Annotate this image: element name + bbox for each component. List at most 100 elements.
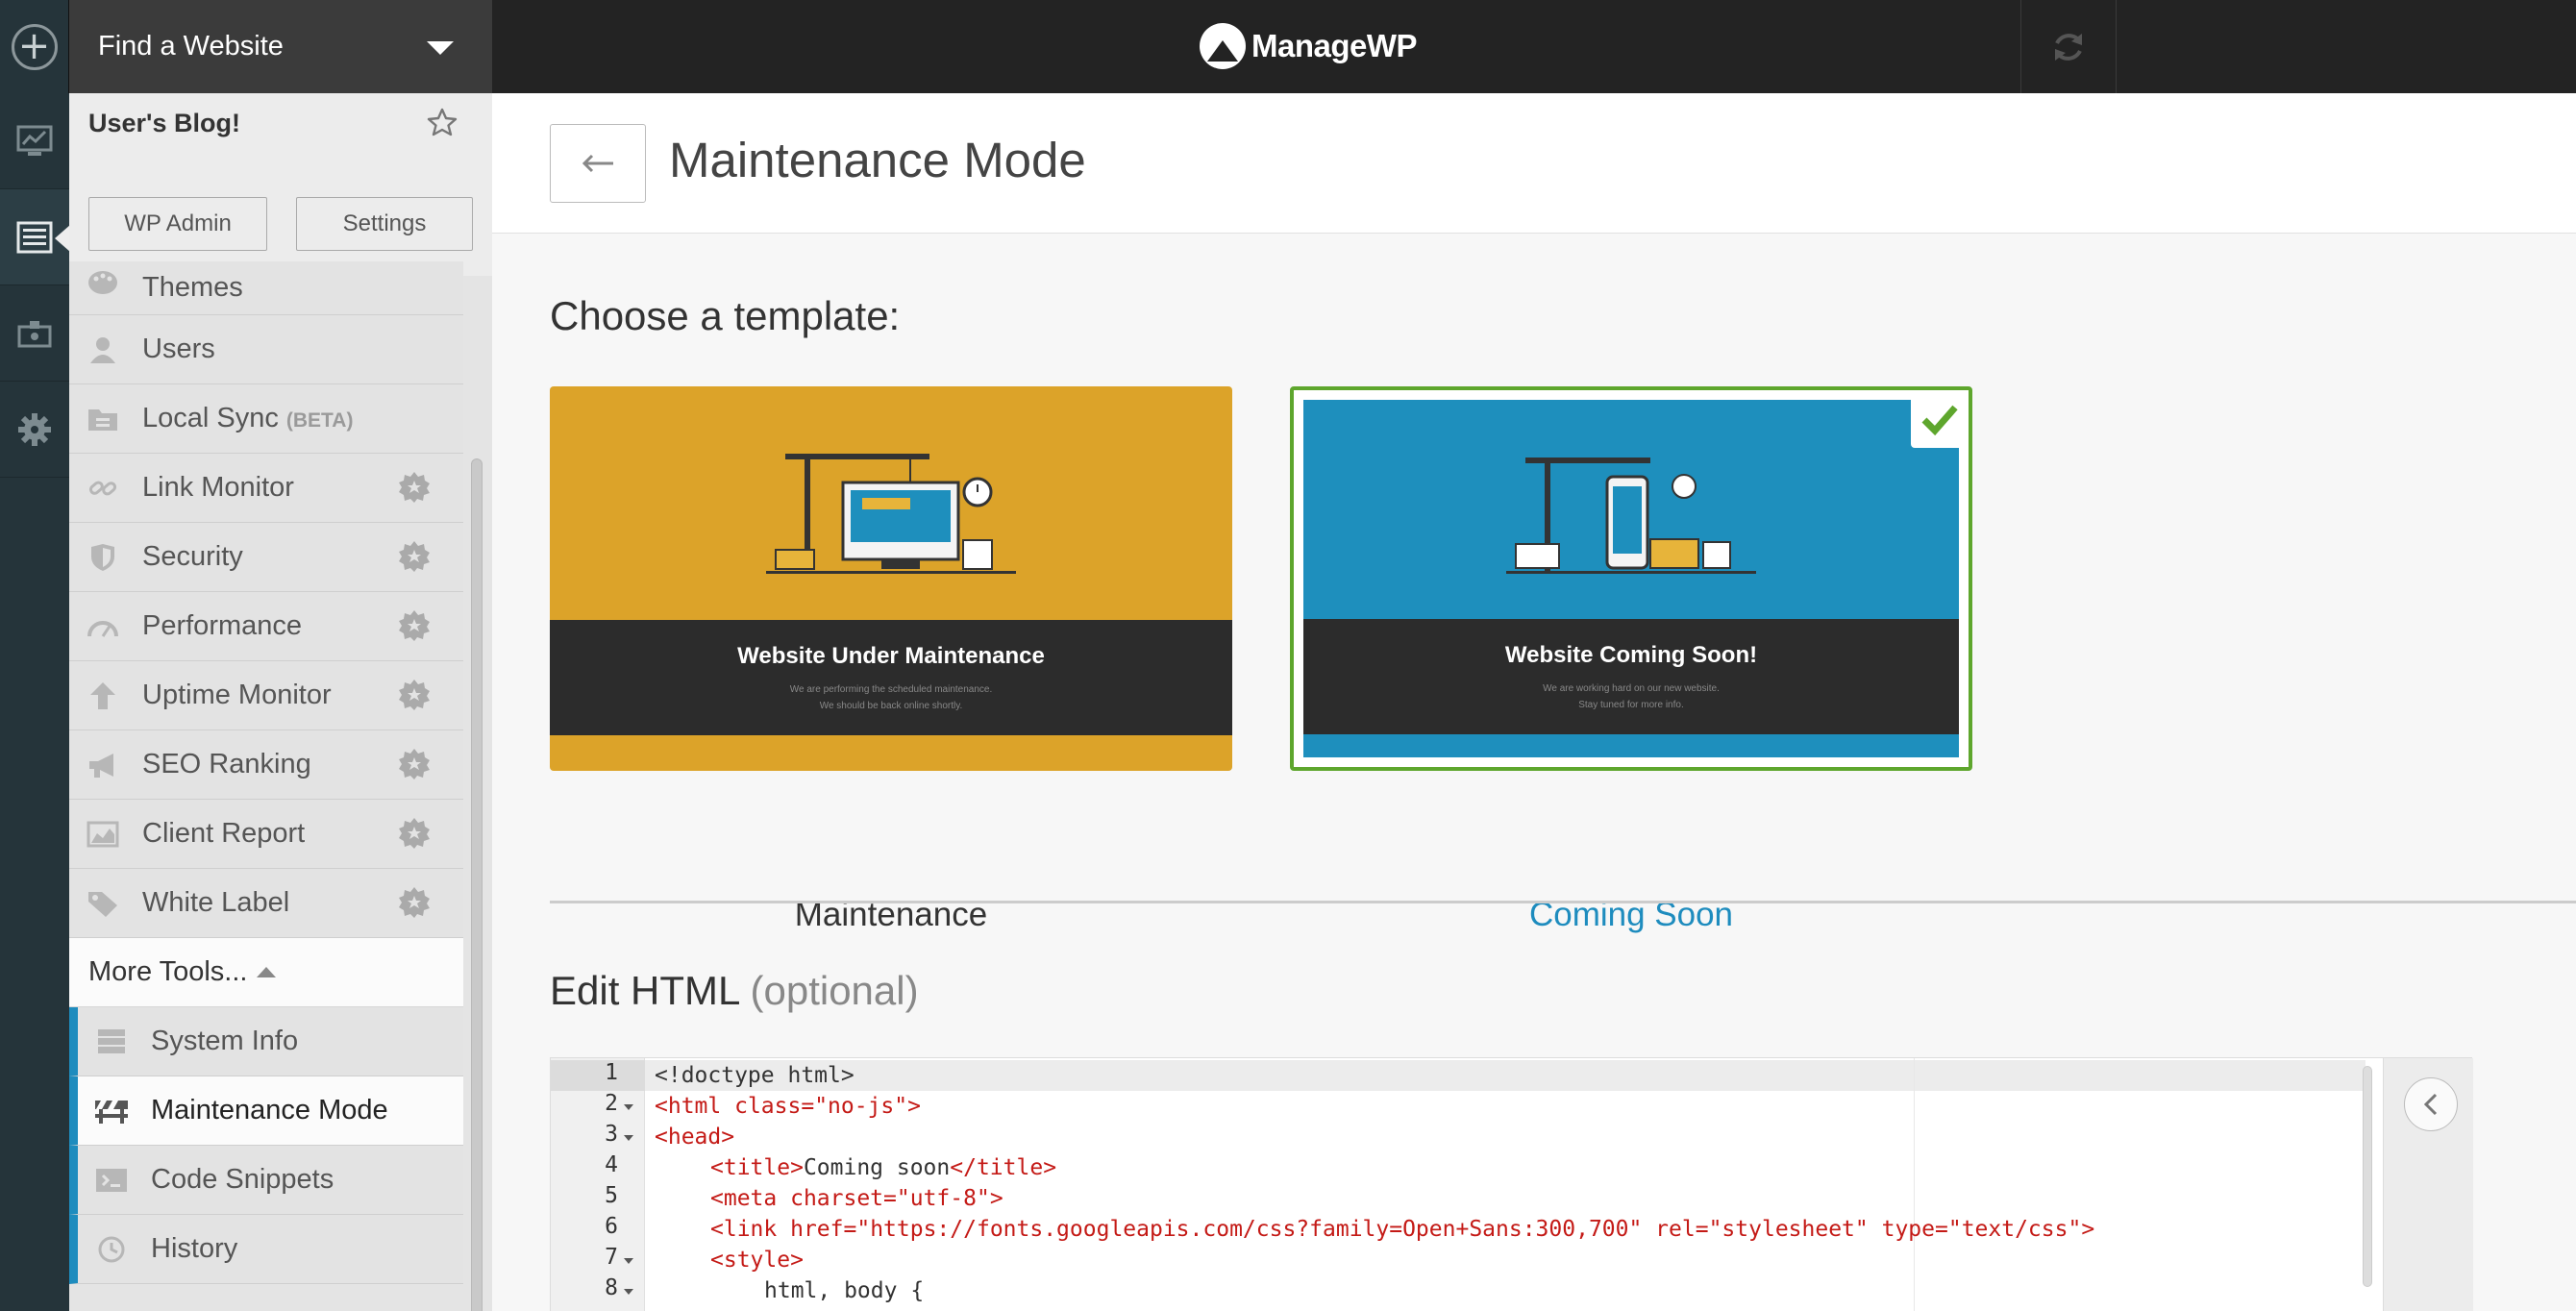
gear-icon <box>18 412 51 446</box>
code-tag: </title> <box>950 1155 1057 1180</box>
code-tag: > <box>2081 1217 2095 1242</box>
addon-gear-icon[interactable] <box>398 471 431 504</box>
rail-clients-button[interactable] <box>0 285 69 382</box>
sidebar-item-themes[interactable]: Themes <box>69 261 463 315</box>
sidebar-item-performance[interactable]: Performance <box>69 592 463 661</box>
optional-label: (optional) <box>750 968 919 1013</box>
user-icon <box>90 337 115 363</box>
fold-arrow-icon[interactable] <box>624 1258 633 1264</box>
code-line: <head> <box>655 1122 734 1152</box>
line-number: 6 <box>605 1214 618 1239</box>
settings-button[interactable]: Settings <box>296 197 473 251</box>
addon-gear-icon[interactable] <box>398 817 431 850</box>
edit-html-label: Edit HTML <box>550 968 739 1013</box>
sidebar-item-link-monitor[interactable]: Link Monitor <box>69 454 463 523</box>
server-icon <box>98 1029 125 1053</box>
code-attr: href= <box>790 1217 857 1242</box>
sidebar-scrollbar[interactable] <box>471 458 483 1311</box>
code-string: "https://fonts.googleapis.com/css?family… <box>856 1217 1643 1242</box>
code-attr: type= <box>1868 1217 1948 1242</box>
fold-arrow-icon[interactable] <box>624 1289 633 1295</box>
sidebar-item-seo-ranking[interactable]: SEO Ranking <box>69 730 463 800</box>
sidebar-item-local-sync[interactable]: Local Sync (BETA) <box>69 384 463 454</box>
template-card-coming-soon[interactable]: Website Coming Soon! We are working hard… <box>1290 386 1972 771</box>
arrow-up-icon <box>90 682 115 709</box>
area-chart-icon <box>87 821 119 848</box>
sidebar-item-client-report[interactable]: Client Report <box>69 800 463 869</box>
refresh-button[interactable] <box>2020 0 2117 93</box>
code-attr: class= <box>734 1094 815 1119</box>
managewp-logo[interactable]: ManageWP <box>1200 17 1418 75</box>
sidebar-item-maintenance-mode[interactable]: Maintenance Mode <box>69 1076 463 1146</box>
sidebar-item-label: Code Snippets <box>151 1164 334 1195</box>
wp-admin-button[interactable]: WP Admin <box>88 197 267 251</box>
rail-dashboard-button[interactable] <box>0 93 69 189</box>
sidebar-item-history[interactable]: History <box>69 1215 463 1284</box>
html-code-editor[interactable]: 1 2 3 4 5 6 7 8 <!doctype html> <html cl… <box>550 1057 2473 1311</box>
sidebar-item-users[interactable]: Users <box>69 315 463 384</box>
sidebar-item-system-info[interactable]: System Info <box>69 1007 463 1076</box>
addon-gear-icon[interactable] <box>398 679 431 711</box>
rail-websites-button[interactable] <box>0 189 70 285</box>
clock-icon <box>98 1236 125 1263</box>
back-button[interactable] <box>550 124 646 203</box>
sidebar-item-uptime-monitor[interactable]: Uptime Monitor <box>69 661 463 730</box>
sidebar-item-security[interactable]: Security <box>69 523 463 592</box>
rail-settings-button[interactable] <box>0 382 69 478</box>
code-string: "utf-8" <box>896 1186 990 1211</box>
fold-arrow-icon[interactable] <box>624 1104 633 1110</box>
addon-gear-icon[interactable] <box>398 609 431 642</box>
print-margin <box>1914 1058 1915 1311</box>
choose-template-heading: Choose a template: <box>550 293 901 338</box>
sidebar-item-label: SEO Ranking <box>142 749 311 779</box>
code-line: html, body { <box>764 1275 924 1306</box>
list-icon <box>16 221 53 253</box>
sidebar-item-label: History <box>151 1233 238 1264</box>
sidebar-item-label: Themes <box>142 272 243 303</box>
sidebar-item-label: Maintenance Mode <box>151 1095 388 1125</box>
speedometer-icon <box>87 621 118 637</box>
template-preview: Website Coming Soon! We are working hard… <box>1303 400 1959 757</box>
template-card-maintenance[interactable]: Website Under Maintenance We are perform… <box>550 386 1232 771</box>
code-tag: > <box>907 1094 921 1119</box>
more-tools-toggle[interactable]: More Tools... <box>69 938 463 1007</box>
selected-badge <box>1911 390 1969 448</box>
logo-mark-icon <box>1200 23 1246 69</box>
editor-gutter: 1 2 3 4 5 6 7 8 <box>551 1058 645 1311</box>
add-website-button[interactable]: + <box>0 0 69 93</box>
shield-icon <box>91 544 114 571</box>
broken-link-icon <box>88 481 117 496</box>
editor-scrollbar[interactable] <box>2363 1066 2372 1287</box>
sidebar-item-label: Uptime Monitor <box>142 680 332 710</box>
code-line: <link href="https://fonts.googleapis.com… <box>710 1214 2094 1245</box>
local-sync-label-group: Local Sync (BETA) <box>142 403 353 434</box>
website-picker[interactable]: Find a Website <box>69 0 492 93</box>
construction-illustration <box>1506 458 1756 574</box>
star-icon[interactable] <box>427 107 458 137</box>
code-tag: > <box>989 1186 1003 1211</box>
sidebar-item-label: Link Monitor <box>142 472 294 503</box>
template-subtext-line1: We are working hard on our new website. <box>1543 683 1720 694</box>
sidebar-item-label: System Info <box>151 1026 299 1056</box>
expand-panel-button[interactable] <box>2404 1077 2458 1131</box>
template-subtext-line1: We are performing the scheduled maintena… <box>789 684 993 695</box>
addon-gear-icon[interactable] <box>398 540 431 573</box>
code-tag: <link <box>710 1217 791 1242</box>
code-area[interactable]: <!doctype html> <html class="no-js"> <he… <box>645 1058 2365 1311</box>
template-subtext: We are working hard on our new website. S… <box>1303 680 1959 713</box>
chevron-down-icon <box>427 41 454 55</box>
sidebar-item-white-label[interactable]: White Label <box>69 869 463 938</box>
main-content: Maintenance Mode Choose a template: Webs… <box>492 93 2576 1311</box>
more-tools-label: More Tools... <box>88 956 248 987</box>
top-bar: + Find a Website ManageWP <box>0 0 2576 93</box>
monitor-chart-icon <box>16 125 53 156</box>
addon-gear-icon[interactable] <box>398 886 431 919</box>
template-heading: Website Under Maintenance <box>737 643 1045 669</box>
fold-arrow-icon[interactable] <box>624 1135 633 1141</box>
sidebar-item-code-snippets[interactable]: Code Snippets <box>69 1146 463 1215</box>
line-number: 1 <box>605 1060 618 1085</box>
code-tag: <meta <box>710 1186 791 1211</box>
site-name: User's Blog! <box>88 109 240 137</box>
addon-gear-icon[interactable] <box>398 748 431 780</box>
beta-badge: (BETA) <box>285 409 354 432</box>
